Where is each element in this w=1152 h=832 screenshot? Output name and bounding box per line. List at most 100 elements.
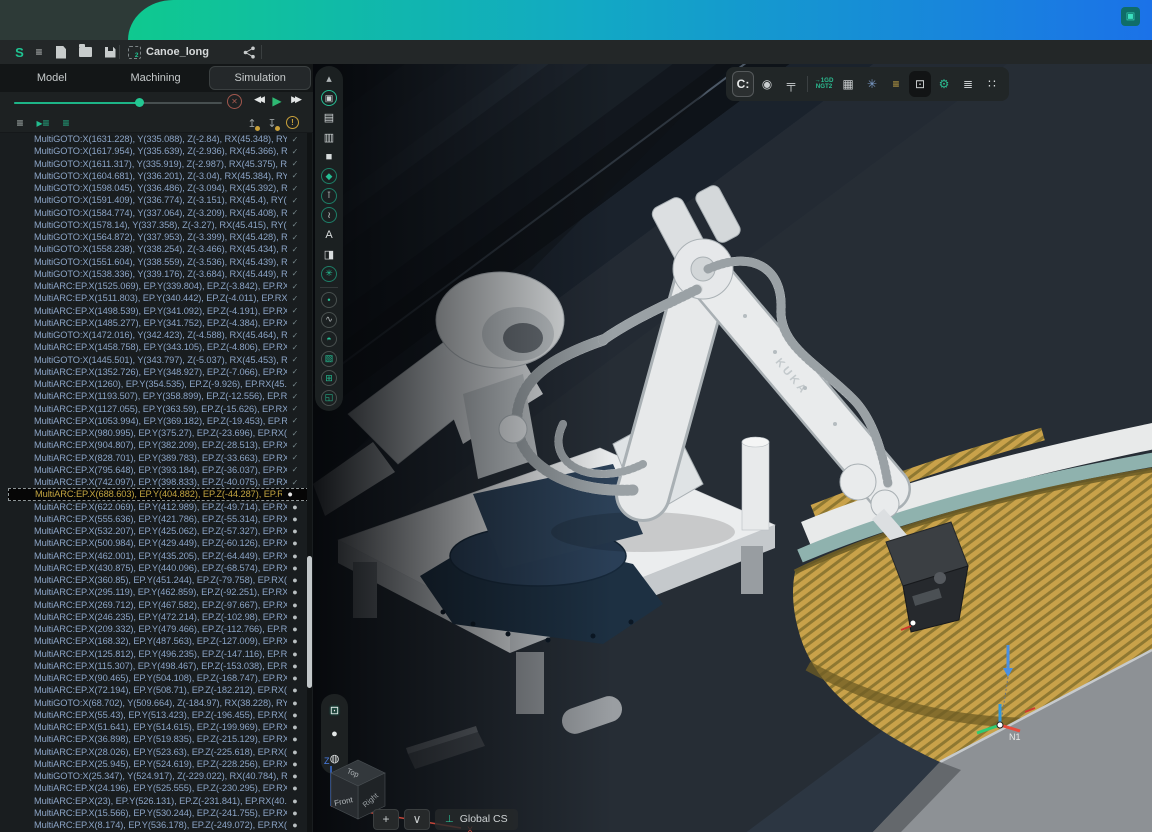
op-row[interactable]: MultiARC:EP.X(532.207), EP.Y(425.062), E… <box>0 525 313 537</box>
op-row[interactable]: MultiGOTO:X(1578.14), Y(337.358), Z(-3.2… <box>0 219 313 231</box>
tab-model[interactable]: Model <box>2 66 102 90</box>
coordinate-system-selector[interactable]: ⊥ Global CS <box>435 809 518 830</box>
op-row[interactable]: MultiGOTO:X(1564.872), Y(337.953), Z(-3.… <box>0 231 313 243</box>
op-row[interactable]: MultiARC:EP.X(24.196), EP.Y(525.555), EP… <box>0 782 313 794</box>
op-row[interactable]: MultiARC:EP.X(904.807), EP.Y(382.209), E… <box>0 439 313 451</box>
op-row[interactable]: MultiARC:EP.X(1193.507), EP.Y(358.899), … <box>0 390 313 402</box>
follow-current-line[interactable]: ▸≡ <box>33 114 53 132</box>
op-row[interactable]: MultiARC:EP.X(8.174), EP.Y(536.178), EP.… <box>0 819 313 831</box>
op-row[interactable]: MultiGOTO:X(1558.238), Y(338.254), Z(-3.… <box>0 243 313 255</box>
op-row[interactable]: MultiARC:EP.X(15.566), EP.Y(530.244), EP… <box>0 807 313 819</box>
op-row[interactable]: MultiARC:EP.X(430.875), EP.Y(440.096), E… <box>0 562 313 574</box>
op-row[interactable]: MultiARC:EP.X(168.32), EP.Y(487.563), EP… <box>0 635 313 647</box>
drill-bit-icon[interactable]: ≀ <box>315 206 343 226</box>
op-row[interactable]: MultiARC:EP.X(462.001), EP.Y(435.205), E… <box>0 550 313 562</box>
fast-forward-button[interactable]: ▶▶ <box>286 94 304 105</box>
op-row[interactable]: MultiARC:EP.X(360.85), EP.Y(451.244), EP… <box>0 574 313 586</box>
op-row[interactable]: MultiGOTO:X(1472.016), Y(342.423), Z(-4.… <box>0 329 313 341</box>
solid-body-icon[interactable]: ▧ <box>315 349 343 369</box>
scrollbar-thumb[interactable] <box>307 556 312 688</box>
op-row[interactable]: MultiARC:EP.X(828.701), EP.Y(389.783), E… <box>0 452 313 464</box>
list-all-lines[interactable]: ≡ <box>10 114 30 132</box>
spindle-icon[interactable]: ⊺ <box>315 186 343 206</box>
op-row[interactable]: MultiARC:EP.X(269.712), EP.Y(467.582), E… <box>0 599 313 611</box>
op-row[interactable]: MultiARC:EP.X(622.069), EP.Y(412.989), E… <box>0 501 313 513</box>
stock-icon[interactable]: ■ <box>315 147 343 167</box>
open-file-button[interactable] <box>76 40 94 64</box>
op-row[interactable]: MultiARC:EP.X(1352.726), EP.Y(348.927), … <box>0 366 313 378</box>
measure-caliper-icon[interactable]: ╤ <box>780 71 802 97</box>
op-row[interactable]: MultiARC:EP.X(246.235), EP.Y(472.214), E… <box>0 611 313 623</box>
warnings-button[interactable]: ! <box>286 116 299 129</box>
machining-gear-icon[interactable]: ⚙ <box>933 71 955 97</box>
op-row[interactable]: MultiGOTO:X(1631.228), Y(335.088), Z(-2.… <box>0 133 313 145</box>
rewind-button[interactable]: ◀◀ <box>249 94 267 105</box>
op-row[interactable]: MultiARC:EP.X(555.636), EP.Y(421.786), E… <box>0 513 313 525</box>
bounding-box-icon[interactable]: ◱ <box>315 388 343 408</box>
simulation-progress-slider[interactable] <box>14 101 222 105</box>
op-row[interactable]: MultiARC:EP.X(1260), EP.Y(354.535), EP.Z… <box>0 378 313 390</box>
toolbar-separator[interactable] <box>807 76 808 92</box>
mesh-icon[interactable]: ✳ <box>315 264 343 284</box>
new-file-button[interactable] <box>52 40 70 64</box>
op-row[interactable]: MultiARC:EP.X(295.119), EP.Y(462.859), E… <box>0 586 313 598</box>
robot-positioner-icon[interactable]: ▤ <box>315 108 343 128</box>
main-menu-button[interactable]: ≡ <box>30 40 48 64</box>
op-row[interactable]: MultiGOTO:X(25.347), Y(524.917), Z(-229.… <box>0 770 313 782</box>
op-row[interactable]: MultiARC:EP.X(1498.539), EP.Y(341.092), … <box>0 305 313 317</box>
layers-stack-icon[interactable]: ≡ <box>885 71 907 97</box>
kinematics-icon[interactable]: ✳ <box>861 71 883 97</box>
op-row[interactable]: MultiGOTO:X(1551.604), Y(338.559), Z(-3.… <box>0 256 313 268</box>
op-row[interactable]: MultiARC:EP.X(28.026), EP.Y(523.63), EP.… <box>0 746 313 758</box>
op-row[interactable]: MultiARC:EP.X(51.641), EP.Y(514.615), EP… <box>0 721 313 733</box>
op-row[interactable]: MultiGOTO:X(1617.954), Y(335.639), Z(-2.… <box>0 145 313 157</box>
gcode-interpreter-icon[interactable]: →1GD NGT2 <box>813 71 835 97</box>
op-row[interactable]: MultiARC:EP.X(742.097), EP.Y(398.833), E… <box>0 476 313 488</box>
op-row[interactable]: MultiARC:EP.X(1525.069), EP.Y(339.804), … <box>0 280 313 292</box>
robot-machining-mode-icon[interactable]: C: <box>732 71 754 97</box>
tab-machining[interactable]: Machining <box>106 66 206 90</box>
step-down-button[interactable]: ↧ <box>264 115 280 131</box>
op-row[interactable]: MultiGOTO:X(1604.681), Y(336.201), Z(-3.… <box>0 170 313 182</box>
op-row[interactable]: MultiGOTO:X(1591.409), Y(336.774), Z(-3.… <box>0 194 313 206</box>
op-row[interactable]: MultiGOTO:X(1584.774), Y(337.064), Z(-3.… <box>0 207 313 219</box>
op-row[interactable]: MultiGOTO:X(1611.317), Y(335.919), Z(-2.… <box>0 158 313 170</box>
share-button[interactable] <box>240 40 258 64</box>
tool-holder-icon[interactable]: ◆ <box>315 167 343 187</box>
op-row[interactable]: MultiARC:EP.X(1458.758), EP.Y(343.105), … <box>0 341 313 353</box>
display-options-icon[interactable]: ≣ <box>957 71 979 97</box>
vtool-divider[interactable] <box>315 284 343 291</box>
stop-simulation-button[interactable]: ✕ <box>227 94 242 109</box>
machine-panel-icon[interactable]: ▦ <box>837 71 859 97</box>
save-button[interactable] <box>101 40 119 64</box>
op-row[interactable]: MultiGOTO:X(1538.336), Y(339.176), Z(-3.… <box>0 268 313 280</box>
op-row[interactable]: MultiGOTO:X(1598.045), Y(336.486), Z(-3.… <box>0 182 313 194</box>
op-row[interactable]: MultiARC:EP.X(55.43), EP.Y(513.423), EP.… <box>0 709 313 721</box>
workpiece-label-icon[interactable]: A <box>315 225 343 245</box>
surface-icon[interactable]: ◓ <box>315 330 343 350</box>
step-up-button[interactable]: ↥ <box>244 115 260 131</box>
workpiece-zero-icon[interactable]: ⊡ <box>909 71 931 97</box>
op-row[interactable]: MultiARC:EP.X(72.194), EP.Y(508.71), EP.… <box>0 684 313 696</box>
op-row[interactable]: MultiARC:EP.X(500.984), EP.Y(429.449), E… <box>0 537 313 549</box>
op-row[interactable]: MultiARC:EP.X(125.812), EP.Y(496.235), E… <box>0 648 313 660</box>
op-row[interactable]: MultiARC:EP.X(688.603), EP.Y(404.882), E… <box>8 488 309 500</box>
robot-cell-icon[interactable]: ▣ <box>315 89 343 109</box>
expand-cs-button[interactable]: ∨ <box>404 809 430 830</box>
op-row[interactable]: MultiARC:EP.X(980.995), EP.Y(375.27), EP… <box>0 427 313 439</box>
op-row[interactable]: MultiARC:EP.X(1127.055), EP.Y(363.59), E… <box>0 403 313 415</box>
apps-grid-icon[interactable]: ∷ <box>981 71 1003 97</box>
compact-list[interactable]: ≡ <box>56 114 76 132</box>
oplist-scrollbar[interactable] <box>307 133 312 832</box>
op-row[interactable]: MultiARC:EP.X(90.465), EP.Y(504.108), EP… <box>0 672 313 684</box>
add-cs-button[interactable]: + <box>373 809 399 830</box>
op-row[interactable]: MultiGOTO:X(1445.501), Y(343.797), Z(-5.… <box>0 354 313 366</box>
shaded-view-icon[interactable]: ● <box>321 722 348 746</box>
point-icon[interactable]: • <box>315 291 343 311</box>
op-row[interactable]: MultiARC:EP.X(23), EP.Y(526.131), EP.Z(-… <box>0 795 313 807</box>
play-button[interactable]: ▶ <box>270 94 284 108</box>
op-row[interactable]: MultiGOTO:X(68.702), Y(509.664), Z(-184.… <box>0 697 313 709</box>
viewport-3d-scene[interactable]: KUKA <box>313 64 1152 832</box>
op-row[interactable]: MultiARC:EP.X(115.307), EP.Y(498.467), E… <box>0 660 313 672</box>
collision-control-icon[interactable]: ◉ <box>756 71 778 97</box>
